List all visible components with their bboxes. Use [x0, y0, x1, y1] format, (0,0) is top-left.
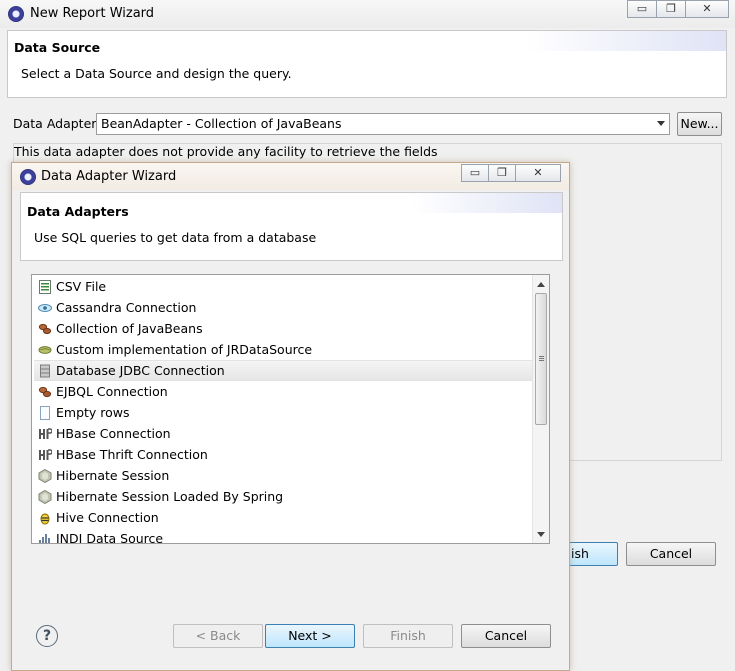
dialog-page-title: Data Adapters — [27, 204, 129, 219]
list-item-label: HBase Thrift Connection — [56, 447, 208, 462]
data-adapter-value: BeanAdapter - Collection of JavaBeans — [101, 116, 342, 131]
list-item-label: Empty rows — [56, 405, 130, 420]
list-item[interactable]: Cassandra Connection — [34, 297, 532, 318]
vertical-scrollbar[interactable] — [532, 275, 549, 543]
csv-file-icon — [38, 279, 52, 294]
window-title: New Report Wizard — [30, 6, 155, 21]
back-button[interactable]: < Back — [173, 624, 263, 648]
list-item-label: EJBQL Connection — [56, 384, 168, 399]
list-item[interactable]: Database JDBC Connection — [34, 360, 532, 381]
list-item[interactable]: EJBQL Connection — [34, 381, 532, 402]
cassandra-eye-icon — [38, 300, 52, 314]
list-item[interactable]: HBase Thrift Connection — [34, 444, 532, 465]
minimize-button[interactable]: ▭ — [627, 0, 657, 18]
list-item[interactable]: HBase Connection — [34, 423, 532, 444]
scroll-down-arrow[interactable] — [537, 532, 545, 537]
hbase-icon — [38, 426, 53, 440]
page-description: Select a Data Source and design the quer… — [21, 66, 292, 81]
chevron-down-icon — [657, 121, 665, 126]
empty-page-icon — [38, 405, 52, 420]
list-item[interactable]: JNDI Data Source — [34, 528, 532, 544]
next-button[interactable]: Next > — [265, 624, 355, 648]
list-item-label: Hive Connection — [56, 510, 159, 525]
dialog-title: Data Adapter Wizard — [41, 169, 177, 184]
list-item-label: Custom implementation of JRDataSource — [56, 342, 313, 357]
finish-button[interactable]: Finish — [363, 624, 453, 648]
restore-button[interactable]: ❐ — [488, 164, 516, 182]
eclipse-app-icon — [8, 6, 24, 22]
data-adapter-label: Data Adapter — [13, 116, 97, 131]
hibernate-icon — [38, 489, 52, 505]
list-item[interactable]: Hibernate Session Loaded By Spring — [34, 486, 532, 507]
info-text: This data adapter does not provide any f… — [14, 144, 438, 159]
list-item-label: Collection of JavaBeans — [56, 321, 203, 336]
cancel-button[interactable]: Cancel — [626, 542, 716, 566]
cancel-button[interactable]: Cancel — [461, 624, 551, 648]
header-banner-shade — [412, 193, 562, 213]
list-item-label: Database JDBC Connection — [56, 363, 225, 378]
data-adapter-select[interactable]: BeanAdapter - Collection of JavaBeans — [96, 113, 670, 135]
new-adapter-button[interactable]: New... — [677, 112, 722, 136]
data-adapter-wizard-dialog: Data Adapter Wizard ▭ ❐ ✕ Data Adapters … — [11, 162, 570, 671]
restore-button[interactable]: ❐ — [656, 0, 686, 18]
list-item[interactable]: Collection of JavaBeans — [34, 318, 532, 339]
eclipse-app-icon — [20, 169, 36, 185]
list-item[interactable]: Hibernate Session — [34, 465, 532, 486]
window-titlebar[interactable]: New Report Wizard ▭ ❐ ✕ — [0, 0, 735, 28]
list-item-label: Hibernate Session Loaded By Spring — [56, 489, 284, 504]
close-button[interactable]: ✕ — [685, 0, 729, 18]
beans-icon — [38, 384, 52, 398]
list-item-label: CSV File — [56, 279, 107, 294]
dialog-header: Data Adapters Use SQL queries to get dat… — [20, 192, 563, 261]
wizard-header: Data Source Select a Data Source and des… — [7, 30, 727, 98]
list-item[interactable]: Empty rows — [34, 402, 532, 423]
dialog-titlebar[interactable]: Data Adapter Wizard ▭ ❐ ✕ — [12, 163, 569, 190]
grip-line — [539, 356, 544, 357]
grip-line — [539, 358, 544, 359]
grip-line — [539, 360, 544, 361]
scroll-thumb[interactable] — [535, 293, 547, 425]
beans-icon — [38, 321, 52, 335]
hibernate-icon — [38, 468, 52, 484]
list-item-label: Cassandra Connection — [56, 300, 197, 315]
hive-bee-icon — [38, 510, 52, 525]
database-icon — [38, 364, 52, 378]
page-title: Data Source — [14, 40, 101, 55]
dialog-page-description: Use SQL queries to get data from a datab… — [34, 230, 317, 245]
list-item-label: JNDI Data Source — [56, 531, 164, 544]
jndi-icon — [38, 531, 52, 543]
list-item[interactable]: Custom implementation of JRDataSource — [34, 339, 532, 360]
close-button[interactable]: ✕ — [515, 164, 561, 182]
bean-green-icon — [38, 342, 52, 356]
list-item-label: HBase Connection — [56, 426, 171, 441]
header-banner-shade — [526, 31, 726, 51]
list-item[interactable]: Hive Connection — [34, 507, 532, 528]
scroll-up-arrow[interactable] — [537, 282, 545, 287]
help-icon[interactable]: ? — [36, 625, 58, 647]
minimize-button[interactable]: ▭ — [461, 164, 489, 182]
list-item[interactable]: CSV File — [34, 276, 532, 297]
list-item-label: Hibernate Session — [56, 468, 170, 483]
hbase-icon — [38, 447, 53, 461]
adapter-list[interactable]: CSV File Cassandra Connection Collection o… — [31, 274, 550, 544]
